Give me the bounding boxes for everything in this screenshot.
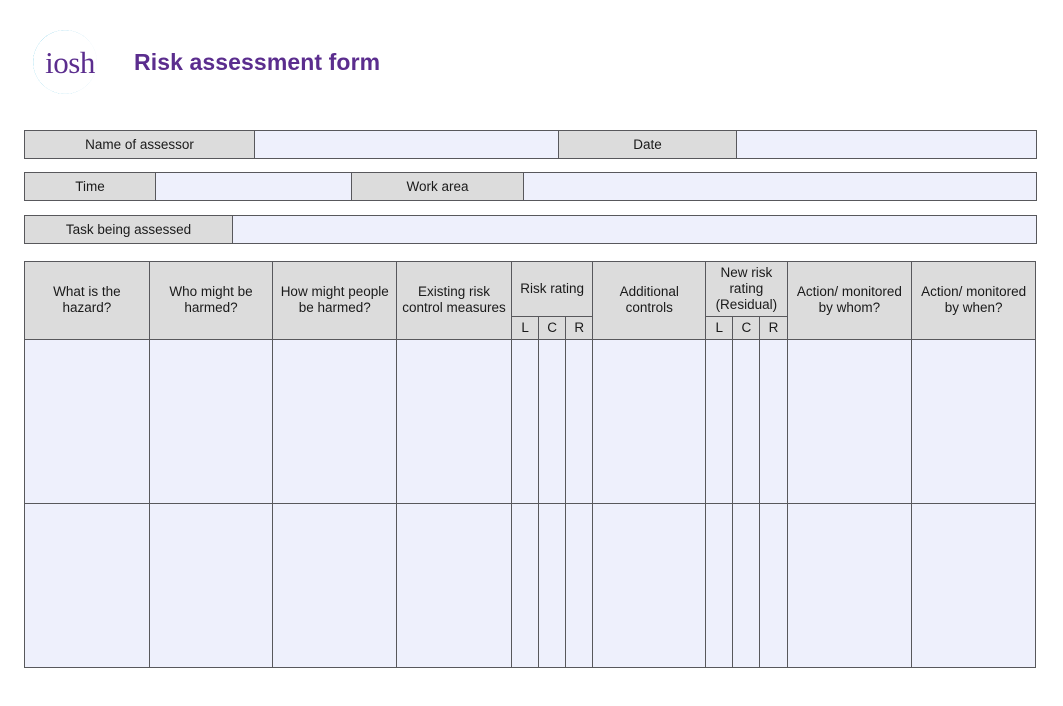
col-header-additional-controls: Additional controls [592, 261, 707, 340]
cell-how-harmed[interactable] [272, 502, 398, 668]
cell-new-risk-c[interactable] [732, 338, 761, 504]
cell-hazard[interactable] [24, 502, 150, 668]
cell-additional-controls[interactable] [592, 338, 707, 504]
cell-new-risk-l[interactable] [705, 502, 734, 668]
cell-action-by-when[interactable] [911, 502, 1036, 668]
cell-new-risk-c[interactable] [732, 502, 761, 668]
cell-how-harmed[interactable] [272, 338, 398, 504]
table-row: Name of assessor Date [24, 130, 1037, 159]
subcol-header-new-risk-r: R [759, 315, 788, 340]
assessor-date-table: Name of assessor Date [24, 130, 1037, 159]
cell-who-harmed[interactable] [148, 338, 274, 504]
risk-assessment-form-page: iosh Risk assessment form Name of assess… [0, 0, 1063, 706]
table-row [24, 338, 1036, 504]
cell-risk-l[interactable] [511, 502, 540, 668]
cell-risk-c[interactable] [538, 338, 567, 504]
subcol-header-risk-c: C [538, 315, 567, 340]
cell-additional-controls[interactable] [592, 502, 707, 668]
time-label: Time [24, 172, 156, 201]
name-of-assessor-label: Name of assessor [24, 130, 255, 159]
col-header-hazard: What is the hazard? [24, 261, 150, 340]
form-header: iosh Risk assessment form [30, 26, 380, 98]
logo-wordmark: iosh [45, 45, 95, 80]
cell-hazard[interactable] [24, 338, 150, 504]
table-row: Task being assessed [24, 215, 1037, 244]
subcol-header-new-risk-c: C [732, 315, 761, 340]
subcol-header-new-risk-l: L [705, 315, 734, 340]
work-area-input[interactable] [523, 172, 1037, 201]
subcol-header-risk-l: L [511, 315, 540, 340]
date-label: Date [558, 130, 737, 159]
cell-existing-controls[interactable] [396, 338, 513, 504]
time-workarea-table: Time Work area [24, 172, 1037, 201]
iosh-logo: iosh [30, 26, 108, 98]
col-header-how-harmed: How might people be harmed? [272, 261, 398, 340]
col-header-risk-rating: Risk rating [511, 261, 594, 317]
cell-existing-controls[interactable] [396, 502, 513, 668]
table-row: Time Work area [24, 172, 1037, 201]
task-being-assessed-label: Task being assessed [24, 215, 233, 244]
cell-action-by-whom[interactable] [786, 338, 913, 504]
col-header-action-by-whom: Action/ monitored by whom? [786, 261, 913, 340]
cell-risk-c[interactable] [538, 502, 567, 668]
cell-risk-l[interactable] [511, 338, 540, 504]
cell-risk-r[interactable] [565, 338, 594, 504]
task-being-assessed-input[interactable] [232, 215, 1037, 244]
cell-new-risk-r[interactable] [759, 502, 788, 668]
risk-assessment-table-body [24, 338, 1036, 668]
cell-new-risk-r[interactable] [759, 338, 788, 504]
col-header-who-harmed: Who might be harmed? [148, 261, 274, 340]
cell-action-by-whom[interactable] [786, 502, 913, 668]
cell-new-risk-l[interactable] [705, 338, 734, 504]
cell-action-by-when[interactable] [911, 338, 1036, 504]
table-header-row-primary: What is the hazard? Who might be harmed?… [24, 261, 1036, 340]
cell-risk-r[interactable] [565, 502, 594, 668]
risk-assessment-table: What is the hazard? Who might be harmed?… [24, 261, 1036, 668]
page-title: Risk assessment form [134, 48, 381, 75]
subcol-header-risk-r: R [565, 315, 594, 340]
col-header-existing-controls: Existing risk control measures [396, 261, 513, 340]
date-input[interactable] [736, 130, 1037, 159]
col-header-action-by-when: Action/ monitored by when? [911, 261, 1036, 340]
work-area-label: Work area [351, 172, 524, 201]
table-row [24, 502, 1036, 668]
col-header-new-risk-rating: New risk rating (Residual) [705, 261, 788, 317]
time-input[interactable] [155, 172, 352, 201]
task-table: Task being assessed [24, 215, 1037, 244]
cell-who-harmed[interactable] [148, 502, 274, 668]
name-of-assessor-input[interactable] [254, 130, 559, 159]
